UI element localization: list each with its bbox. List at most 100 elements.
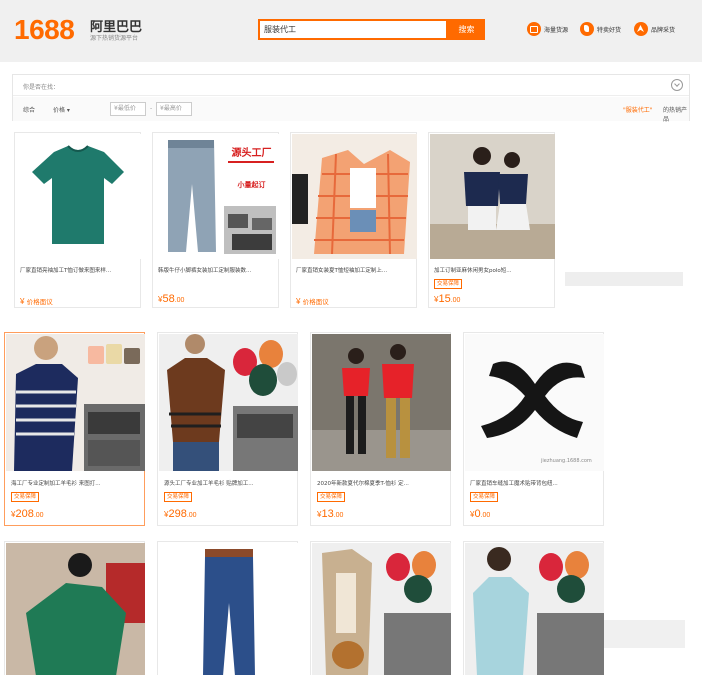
filter-panel: 你是否在找： 综合 价格 ▾ ¥最低价 - ¥最高价 "服装代工" 的热销产品 [12,74,690,123]
blurred-placeholder [565,272,683,286]
link-bulk-supply[interactable]: 海量货源 [527,22,568,36]
tshirt-image [32,145,124,244]
price-integer: 15 [438,293,451,305]
product-image[interactable]: 源头工厂 小量起订 [154,134,279,259]
product-title[interactable]: 2020年新款夏代尔棉夏季T-恤衫 定... [317,479,447,487]
logo-tagline: 源下热销货源平台 [90,35,139,42]
product-card[interactable]: 厂家直销亮袖加工T恤订做来图来样... ¥ 价格面议 [14,132,141,308]
product-card[interactable] [4,541,145,675]
red-polo-image [312,334,451,471]
product-image[interactable] [16,134,141,259]
banner-divider [228,161,274,163]
price-max-input[interactable]: ¥最高价 [156,102,192,116]
price-decimal: .00 [450,297,461,304]
product-image[interactable] [312,543,451,675]
product-price: ¥13.00 [317,508,343,520]
hot-suffix: 的热销产品 [663,107,688,123]
cardigan-image [322,549,451,675]
image-watermark: jiezhuang.1688.com [541,458,592,464]
link-special-deals[interactable]: 特卖好货 [580,22,621,36]
product-title[interactable]: 海工厂专业定制加工羊毛衫 来图打... [11,479,141,487]
product-price: ¥ 价格面议 [296,296,329,306]
product-card[interactable]: jiezhuang.1688.com 厂家直销车缝加工魔术贴带背包纽... 交易… [463,332,604,526]
plaid-shirt-image [292,150,410,255]
link-label: 海量货源 [544,26,569,34]
trade-assurance-badge: 交易保障 [434,279,463,289]
logo-number[interactable]: 1688 [14,14,75,46]
trade-assurance-badge: 交易保障 [317,492,346,502]
sort-comprehensive[interactable]: 综合 [23,105,35,114]
trade-assurance-badge: 交易保障 [11,492,40,502]
product-card[interactable]: 源头工厂专业加工羊毛衫 贴牌加工... 交易保障 ¥298.00 [157,332,298,526]
product-card[interactable] [157,541,298,675]
price-integer: 298 [168,508,187,520]
link-brand-purchase[interactable]: 品牌采货 [634,22,675,36]
product-title[interactable]: 加工订制亚麻休闲男女polo短... [434,266,551,274]
banner-subtitle: 小量起订 [237,181,266,189]
product-price: ¥208.00 [11,508,44,520]
search-input[interactable] [260,21,446,38]
product-image[interactable] [6,543,145,675]
brand-icon [634,22,648,36]
product-price: ¥0.00 [470,508,490,520]
product-card[interactable]: 源头工厂 小量起订 韩版牛仔小脚裤女装加工定制服装数... ¥58.00 [152,132,279,308]
link-label: 品牌采货 [651,26,676,34]
price-decimal: .00 [174,297,185,304]
deal-icon [580,22,594,36]
price-negotiable: 价格面议 [26,299,53,306]
price-integer: 208 [15,508,34,520]
sort-price[interactable]: 价格 ▾ [53,105,70,114]
price-decimal: .00 [480,512,491,519]
product-card[interactable]: 厂家直销女装夏T恤短袖加工定制上... ¥ 价格面议 [290,132,417,308]
brown-sweater-image [167,334,298,471]
currency-symbol: ¥ [296,297,301,306]
green-jacket-image [6,543,145,675]
top-header: 1688 阿里巴巴 源下热销货源平台 搜索 海量货源 特卖好货 品牌采货 [0,0,702,62]
product-title[interactable]: 厂家直销车缝加工魔术贴带背包纽... [470,479,600,487]
price-min-input[interactable]: ¥最低价 [110,102,146,116]
product-card[interactable]: 加工订制亚麻休闲男女polo短... 交易保障 ¥15.00 [428,132,555,308]
currency-symbol: ¥ [20,297,25,306]
hot-query[interactable]: "服装代工" [623,105,653,114]
product-image[interactable] [159,543,298,675]
product-image[interactable] [6,334,145,471]
product-image[interactable] [312,334,451,471]
link-label: 特卖好货 [597,26,622,34]
trade-assurance-badge: 交易保障 [470,492,499,502]
product-title[interactable]: 韩版牛仔小脚裤女装加工定制服装数... [158,266,275,274]
product-price: ¥ 价格面议 [20,296,53,306]
product-title[interactable]: 源头工厂专业加工羊毛衫 贴牌加工... [164,479,294,487]
price-integer: 13 [321,508,334,520]
sort-row: 综合 价格 ▾ ¥最低价 - ¥最高价 "服装代工" 的热销产品 [13,97,689,123]
price-decimal: .00 [33,512,44,519]
trade-assurance-badge: 交易保障 [164,492,193,502]
product-price: ¥58.00 [158,293,184,305]
price-integer: 58 [162,293,175,305]
search-button[interactable]: 搜索 [448,19,485,40]
product-price: ¥298.00 [164,508,197,520]
price-negotiable: 价格面议 [302,299,329,306]
chevron-down-icon[interactable] [671,79,683,91]
product-price: ¥15.00 [434,293,460,305]
product-title[interactable]: 厂家直销女装夏T恤短袖加工定制上... [296,266,413,274]
couple-polo-image [430,147,555,259]
product-image[interactable]: jiezhuang.1688.com [465,334,604,471]
suggestion-row: 你是否在找： [13,75,689,96]
blue-turtleneck-image [473,547,604,675]
product-image[interactable] [292,134,417,259]
price-decimal: .00 [186,512,197,519]
velcro-strap-image [481,361,585,438]
price-dash: - [150,105,153,112]
product-title[interactable]: 厂家直销亮袖加工T恤订做来图来样... [20,266,137,274]
bulk-icon [527,22,541,36]
product-card[interactable]: 海工厂专业定制加工羊毛衫 来图打... 交易保障 ¥208.00 [4,332,145,526]
product-card[interactable] [310,541,451,675]
price-decimal: .00 [333,512,344,519]
product-image[interactable] [465,543,604,675]
product-image[interactable] [430,134,555,259]
product-card[interactable]: 2020年新款夏代尔棉夏季T-恤衫 定... 交易保障 ¥13.00 [310,332,451,526]
search-box[interactable] [258,19,448,40]
guess-label: 你是否在找： [23,84,60,91]
product-image[interactable] [159,334,298,471]
product-card[interactable] [463,541,604,675]
